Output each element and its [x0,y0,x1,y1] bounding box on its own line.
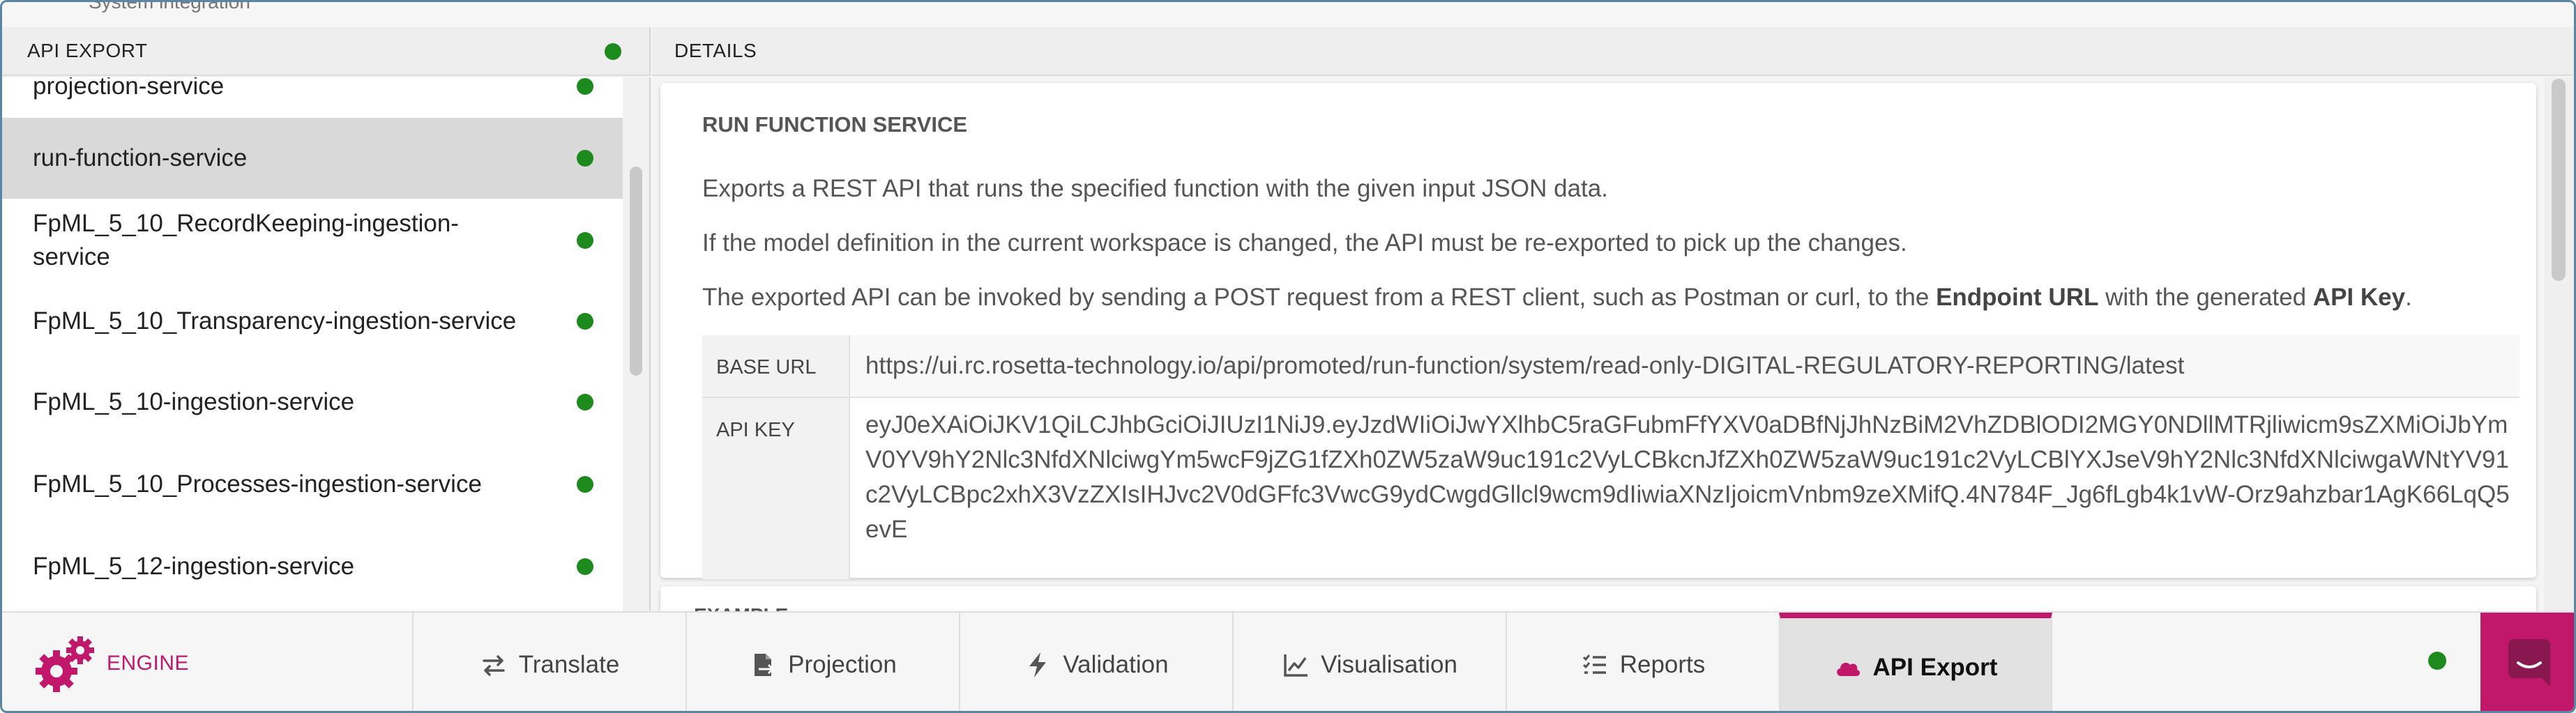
list-item-fpml-transparency[interactable]: FpML_5_10_Transparency-ingestion-service [2,281,623,362]
api-key-label: API KEY [702,398,850,579]
tab-label: Visualisation [1321,650,1457,678]
status-dot [577,476,593,493]
tab-label: API Export [1872,653,1998,681]
list-item-fpml-recordkeeping[interactable]: FpML_5_10_RecordKeeping-ingestion-servic… [2,200,623,281]
api-key-row: API KEY eyJ0eXAiOiJKV1QiLCJhbGciOiJIUzI1… [702,398,2520,581]
tab-visualisation[interactable]: Visualisation [1232,613,1506,711]
checklist-icon [1582,654,1606,674]
base-url-label: BASE URL [702,335,850,397]
service-title: RUN FUNCTION SERVICE [702,112,968,137]
status-dot [577,394,593,411]
list-item-label: run-function-service [33,144,248,171]
left-scrollbar[interactable] [623,77,651,611]
tab-api-export[interactable]: API Export [1779,613,2052,711]
description-text: . [2405,284,2412,311]
list-item-fpml-5-12-ingestion[interactable]: FpML_5_12-ingestion-service [2,526,623,607]
details-area: RUN FUNCTION SERVICE Exports a REST API … [652,77,2549,611]
tab-label: Projection [788,650,897,678]
lightning-icon [1029,652,1047,677]
endpoint-url-term: Endpoint URL [1936,284,2099,311]
description-line-3: The exported API can be invoked by sendi… [702,284,2412,312]
app-window: System integration API EXPORT DETAILS pr… [0,0,2576,713]
chat-icon [2508,639,2550,687]
api-export-title: API EXPORT [27,40,148,61]
api-export-status-dot [605,43,621,60]
tab-translate[interactable]: Translate [412,613,685,711]
api-key-value[interactable]: eyJ0eXAiOiJKV1QiLCJhbGciOiJIUzI1NiJ9.eyJ… [850,398,2520,579]
status-dot [577,313,593,330]
list-item-label: FpML_5_10_Transparency-ingestion-service [33,307,517,335]
engine-logo[interactable]: ENGINE [30,632,189,695]
next-card: EXAMPLE [660,586,2536,611]
status-dot [577,558,593,575]
details-title: DETAILS [674,40,757,61]
list-item-label: FpML_5_10_Processes-ingestion-service [33,470,482,498]
description-text: with the generated [2098,284,2313,311]
connection-status-dot [2428,652,2446,670]
list-item-run-function-service[interactable]: run-function-service [2,118,623,199]
list-item-fpml-5-10-ingestion[interactable]: FpML_5_10-ingestion-service [2,362,623,443]
details-scrollbar[interactable] [2545,77,2574,611]
tab-label: Translate [518,650,620,678]
service-list: projection-service run-function-service … [2,77,623,611]
description-text: The exported API can be invoked by sendi… [702,284,1937,311]
list-item-label: projection-service [33,77,225,100]
bottom-nav-bar: ENGINE Translate Projection Validation V… [2,611,2574,711]
cloud-icon [1836,662,1860,676]
tab-label: Reports [1619,650,1706,678]
description-line-2: If the model definition in the current w… [702,229,1907,256]
status-dot [577,232,593,249]
base-url-row: BASE URL https://ui.rc.rosetta-technolog… [702,335,2520,398]
api-key-term: API Key [2312,284,2406,311]
endpoint-table: BASE URL https://ui.rc.rosetta-technolog… [702,335,2520,581]
next-card-title: EXAMPLE [694,604,788,611]
chat-button[interactable] [2480,613,2574,711]
gears-icon [36,636,94,692]
details-header: DETAILS [652,27,2574,76]
status-dot [577,150,593,167]
breadcrumb[interactable]: System integration [89,2,250,13]
list-item-projection-service[interactable]: projection-service [2,77,623,109]
left-scrollbar-thumb[interactable] [630,167,642,376]
tab-projection[interactable]: Projection [685,613,959,711]
translate-arrows-icon [482,654,505,676]
status-dot [577,78,593,95]
base-url-value[interactable]: https://ui.rc.rosetta-technology.io/api/… [850,335,2520,397]
top-strip: System integration [2,2,2574,27]
projection-doc-icon [755,653,775,676]
description-line-1: Exports a REST API that runs the specifi… [702,175,1608,202]
list-item-label: FpML_5_10_RecordKeeping-ingestion-servic… [33,210,459,270]
tab-validation[interactable]: Validation [959,613,1232,711]
list-item-label: FpML_5_10-ingestion-service [33,388,355,415]
list-item-fpml-processes[interactable]: FpML_5_10_Processes-ingestion-service [2,444,623,525]
tab-reports[interactable]: Reports [1506,613,1779,711]
tab-label: Validation [1063,650,1169,678]
service-detail-card: RUN FUNCTION SERVICE Exports a REST API … [660,83,2536,581]
line-chart-icon [1284,654,1308,677]
engine-label: ENGINE [107,652,190,675]
api-export-header: API EXPORT [2,27,651,76]
list-item-label: FpML_5_12-ingestion-service [33,553,355,580]
details-scrollbar-thumb[interactable] [2552,79,2566,281]
